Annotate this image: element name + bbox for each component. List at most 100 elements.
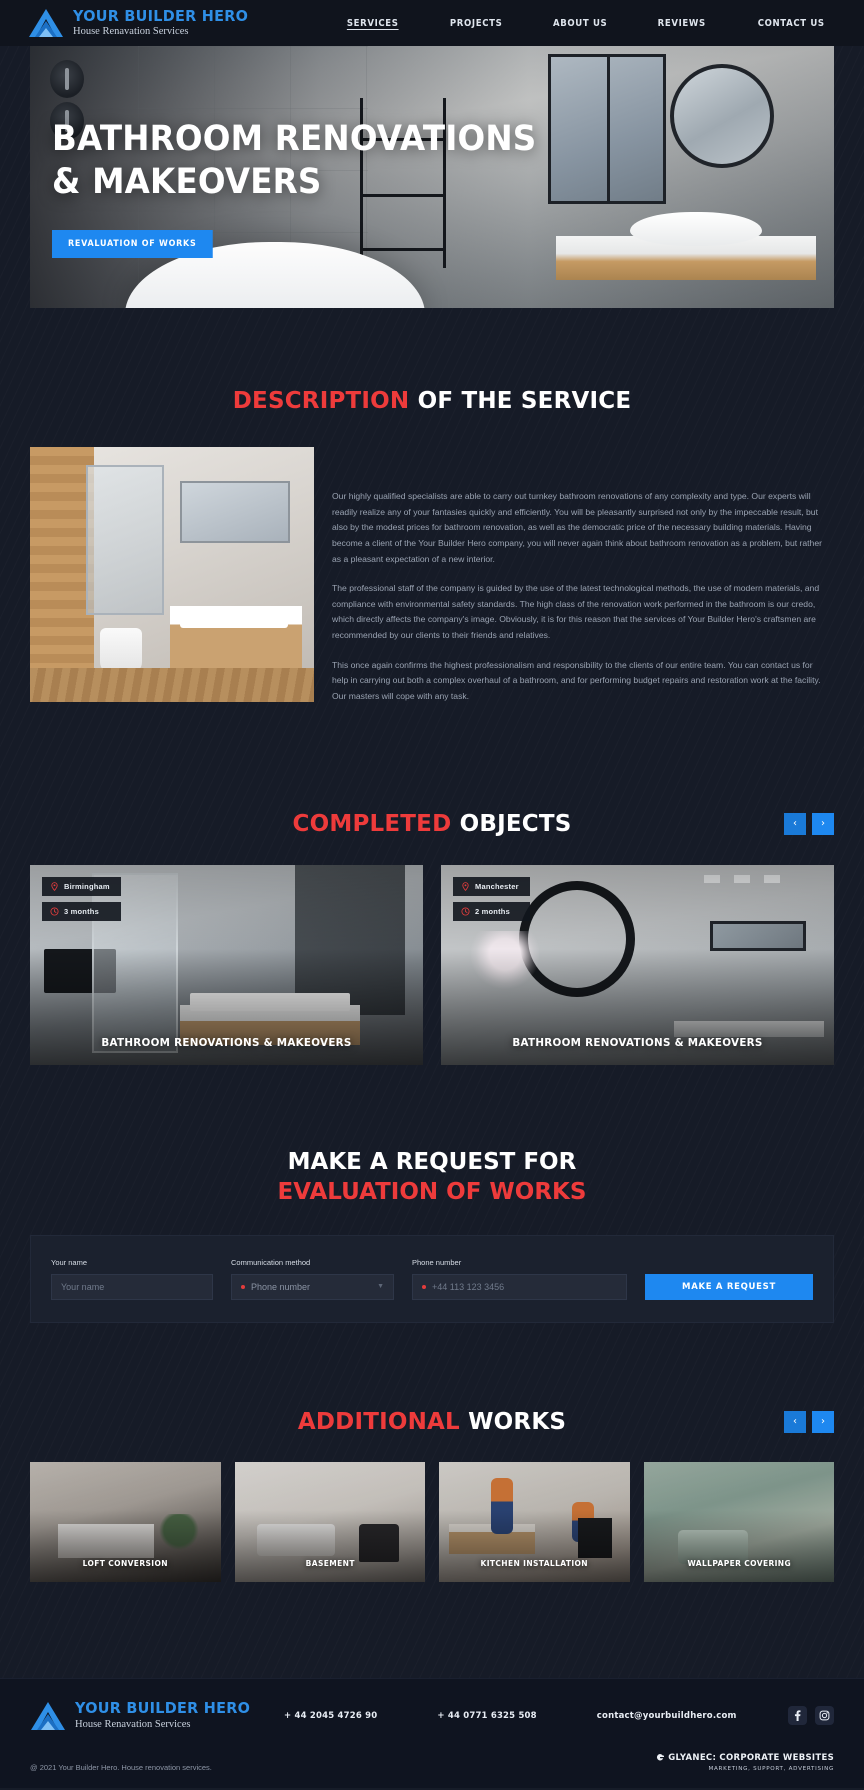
footer-email[interactable]: contact@yourbuildhero.com: [597, 1711, 737, 1721]
photo-wood-wall: [30, 447, 94, 702]
additional-carousel-arrows: ‹ ›: [784, 1410, 834, 1433]
description-heading: DESCRIPTION OF THE SERVICE: [30, 388, 834, 414]
method-field-group: Communication method Phone number ▼: [231, 1258, 394, 1300]
hero-title: BATHROOM RENOVATIONS & MAKEOVERS: [52, 118, 779, 204]
nav-item-about-us[interactable]: ABOUT US: [553, 18, 607, 29]
main-nav: SERVICES PROJECTS ABOUT US REVIEWS CONTA…: [344, 18, 836, 29]
clock-icon: [461, 907, 470, 916]
additional-card-kitchen-installation[interactable]: KITCHEN INSTALLATION: [439, 1461, 630, 1582]
additional-card-basement[interactable]: BASEMENT: [234, 1461, 425, 1582]
photo-shower-screen: [86, 465, 164, 615]
instagram-icon[interactable]: [815, 1706, 834, 1726]
hero-cta-button[interactable]: REVALUATION OF WORKS: [52, 230, 213, 259]
completed-carousel-arrows: ‹ ›: [784, 812, 834, 835]
footer-brand-name: YOUR BUILDER HERO: [75, 1699, 251, 1718]
additional-heading: ADDITIONAL WORKS: [298, 1409, 566, 1435]
description-section: DESCRIPTION OF THE SERVICE Our highly qu…: [0, 308, 864, 719]
completed-next-button[interactable]: ›: [812, 812, 834, 835]
nav-item-contact-us[interactable]: CONTACT US: [757, 18, 824, 29]
completed-card-1[interactable]: Birmingham 3 months BATHROOM RENOVATIONS…: [30, 864, 423, 1065]
request-heading-line1: MAKE A REQUEST FOR: [287, 1148, 577, 1175]
duration-badge: 3 months: [42, 901, 121, 921]
footer-brand[interactable]: YOUR BUILDER HERO House Renavation Servi…: [30, 1701, 280, 1731]
request-heading-line2: EVALUATION OF WORKS: [277, 1179, 587, 1206]
site-header: YOUR BUILDER HERO House Renavation Servi…: [0, 0, 864, 46]
completed-card-1-title: BATHROOM RENOVATIONS & MAKEOVERS: [101, 1035, 352, 1049]
location-badge-label: Birmingham: [64, 881, 110, 891]
location-badge-label: Manchester: [475, 881, 519, 891]
footer-contacts: + 44 2045 4726 90 + 44 0771 6325 508 con…: [284, 1711, 737, 1721]
nav-item-services[interactable]: SERVICES: [347, 18, 399, 29]
nav-item-reviews[interactable]: REVIEWS: [658, 18, 706, 29]
additional-prev-button[interactable]: ‹: [784, 1410, 806, 1433]
additional-card-loft-conversion[interactable]: LOFT CONVERSION: [30, 1461, 221, 1582]
clock-icon: [50, 907, 59, 916]
description-text: Our highly qualified specialists are abl…: [332, 447, 834, 719]
nav-item-projects[interactable]: PROJECTS: [449, 18, 501, 29]
completed-cards-grid: Birmingham 3 months BATHROOM RENOVATIONS…: [30, 864, 834, 1065]
facebook-icon[interactable]: [788, 1706, 807, 1726]
hero-title-line2: & MAKEOVERS: [52, 162, 322, 203]
agency-name-text: GLYANEC: CORPORATE WEBSITES: [668, 1752, 834, 1763]
request-section: MAKE A REQUEST FOR EVALUATION OF WORKS Y…: [0, 1065, 864, 1323]
completed-heading-rest: OBJECTS: [451, 810, 572, 837]
photo-basin: [180, 606, 288, 628]
required-dot-icon: [422, 1284, 426, 1289]
completed-prev-button[interactable]: ‹: [784, 812, 806, 835]
brand-tagline: House Renavation Services: [73, 26, 189, 37]
name-input[interactable]: [61, 1281, 203, 1292]
additional-card-wallpaper-covering[interactable]: WALLPAPER COVERING: [643, 1461, 834, 1582]
name-field-group: Your name: [51, 1258, 213, 1300]
duration-badge-label: 3 months: [64, 906, 99, 916]
method-selected-value: Phone number: [251, 1281, 311, 1292]
brand-name: YOUR BUILDER HERO: [73, 6, 249, 25]
request-heading: MAKE A REQUEST FOR EVALUATION OF WORKS: [30, 1147, 834, 1208]
phone-field-group: Phone number: [412, 1258, 627, 1300]
photo-mirror: [180, 481, 290, 543]
name-input-wrap[interactable]: [51, 1273, 213, 1300]
make-request-button[interactable]: MAKE A REQUEST: [645, 1273, 813, 1300]
header-brand[interactable]: YOUR BUILDER HERO House Renavation Servi…: [28, 8, 261, 38]
completed-card-2-badges: Manchester 2 months: [453, 876, 530, 921]
footer-bottom-row: @ 2021 Your Builder Hero. House renovati…: [30, 1753, 834, 1772]
hero-title-line1: BATHROOM RENOVATIONS: [52, 119, 537, 159]
additional-next-button[interactable]: ›: [812, 1410, 834, 1433]
duration-badge-label: 2 months: [475, 906, 510, 916]
agency-credit[interactable]: GLYANEC: CORPORATE WEBSITES MARKETING, S…: [656, 1753, 834, 1772]
required-dot-icon: [241, 1284, 245, 1289]
completed-heading: COMPLETED OBJECTS: [293, 811, 572, 837]
additional-works-section: ADDITIONAL WORKS ‹ › LOFT CONVERSION BAS…: [0, 1323, 864, 1582]
additional-card-2-title: BASEMENT: [305, 1558, 355, 1568]
footer-socials: [788, 1706, 834, 1726]
name-label: Your name: [51, 1257, 87, 1267]
phone-input-wrap[interactable]: [412, 1273, 627, 1300]
hero-banner: BATHROOM RENOVATIONS & MAKEOVERS REVALUA…: [30, 46, 834, 308]
completed-objects-section: COMPLETED OBJECTS ‹ › Birmingham 3 month…: [0, 719, 864, 1065]
additional-heading-rest: WORKS: [459, 1408, 567, 1435]
footer-phone-1[interactable]: + 44 2045 4726 90: [284, 1711, 377, 1721]
request-form: Your name Communication method Phone num…: [30, 1234, 834, 1323]
footer-phone-2[interactable]: + 44 0771 6325 508: [437, 1711, 536, 1721]
completed-card-2[interactable]: Manchester 2 months BATHROOM RENOVATIONS…: [441, 864, 834, 1065]
hero-content: BATHROOM RENOVATIONS & MAKEOVERS REVALUA…: [30, 46, 834, 308]
description-photo: [30, 447, 314, 702]
location-pin-icon: [51, 881, 58, 891]
hero-section: BATHROOM RENOVATIONS & MAKEOVERS REVALUA…: [0, 46, 864, 308]
location-badge: Birmingham: [42, 876, 121, 896]
duration-badge: 2 months: [453, 901, 530, 921]
additional-card-4-title: WALLPAPER COVERING: [686, 1558, 791, 1568]
additional-card-1-title: LOFT CONVERSION: [82, 1558, 168, 1568]
method-select[interactable]: Phone number ▼: [231, 1273, 394, 1300]
agency-tagline: MARKETING, SUPPORT, ADVERTISING: [708, 1765, 834, 1772]
logo-icon: [29, 9, 63, 37]
completed-card-1-badges: Birmingham 3 months: [42, 876, 121, 921]
agency-name: GLYANEC: CORPORATE WEBSITES: [656, 1753, 834, 1763]
method-label: Communication method: [231, 1257, 311, 1267]
footer-top-row: YOUR BUILDER HERO House Renavation Servi…: [30, 1701, 834, 1731]
location-badge: Manchester: [453, 876, 530, 896]
description-heading-highlight: DESCRIPTION: [232, 388, 410, 414]
completed-heading-row: COMPLETED OBJECTS ‹ ›: [30, 811, 834, 837]
additional-heading-row: ADDITIONAL WORKS ‹ ›: [30, 1409, 834, 1435]
phone-input[interactable]: [432, 1281, 617, 1292]
description-paragraph-2: The professional staff of the company is…: [332, 583, 820, 641]
